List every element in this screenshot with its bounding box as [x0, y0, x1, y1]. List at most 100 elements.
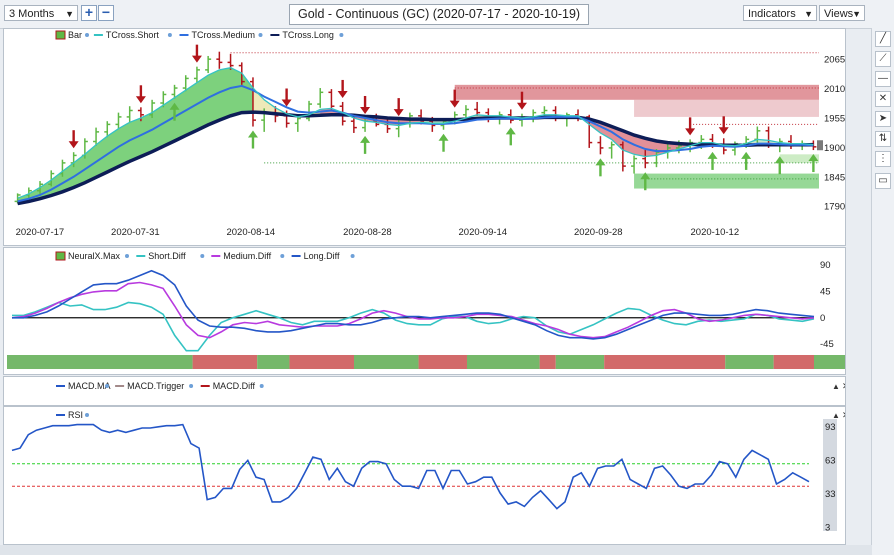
legend-dot — [339, 33, 344, 37]
buy-signal-arrowhead — [595, 158, 606, 166]
sell-signal-arrowhead — [337, 90, 348, 98]
legend-entry: RSI — [68, 410, 83, 420]
regime-block — [289, 355, 355, 369]
chevron-down-icon: ▼ — [65, 9, 74, 19]
chevron-down-icon: ▼ — [804, 9, 813, 19]
price-y-tick: 1900 — [824, 143, 845, 154]
legend-entry: Long.Diff — [304, 251, 340, 261]
range-select-value: 3 Months — [9, 8, 55, 20]
pane-collapse-icon: ▲ — [832, 411, 840, 420]
sell-signal-arrowhead — [516, 102, 527, 110]
buy-signal-arrowhead — [505, 127, 516, 135]
price-y-tick: 1845 — [824, 172, 845, 183]
buy-signal-arrowhead — [741, 151, 752, 159]
legend-swatch — [55, 30, 66, 40]
diff-line — [12, 301, 815, 352]
rsi-y-tick: 63 — [825, 455, 836, 466]
legend-entry: Short.Diff — [148, 251, 186, 261]
sell-signal-arrowhead — [135, 96, 146, 104]
last-value-marker — [817, 140, 823, 151]
top-toolbar: 3 Months ▼ + − Gold - Continuous (GC) (2… — [0, 0, 894, 29]
horizontal-line-icon[interactable]: — — [875, 71, 891, 87]
regime-block — [354, 355, 419, 369]
legend-dot — [200, 254, 205, 258]
legend-swatch — [115, 385, 125, 387]
regime-block — [604, 355, 726, 369]
sell-signal-arrowhead — [393, 109, 404, 117]
legend-swatch — [93, 34, 103, 36]
neuralx-pane[interactable]: 90 45 0 -45 NeuralX.Max Short.Diff Medium.Diff… — [3, 247, 846, 375]
neuralx-chart[interactable]: 90 45 0 -45 NeuralX.Max Short.Diff Medium.Diff… — [4, 248, 846, 375]
zoom-in-button[interactable]: + — [81, 5, 97, 21]
sell-signal-arrowhead — [685, 128, 696, 136]
horizontal-scrollbar[interactable] — [0, 545, 872, 555]
price-x-tick: 2020-07-17 — [16, 227, 65, 238]
legend-swatch — [200, 385, 210, 387]
neuralx-y-tick: 0 — [820, 313, 825, 324]
rsi-line — [11, 423, 810, 510]
legend-swatch — [55, 251, 66, 261]
rsi-y-tick: 3 — [825, 523, 830, 534]
legend-entry: MACD.Diff — [213, 381, 256, 391]
legend-dot — [350, 254, 355, 258]
legend-dot — [105, 384, 109, 388]
price-x-tick: 2020-08-14 — [226, 227, 275, 238]
line-tool-icon[interactable]: ╱ — [875, 31, 891, 47]
cross-icon[interactable]: ✕ — [875, 91, 891, 107]
legend-swatch — [291, 255, 301, 257]
legend-dot — [85, 413, 89, 417]
views-label: Views — [824, 8, 854, 20]
legend-dot — [259, 384, 264, 388]
price-y-tick: 2010 — [824, 84, 845, 95]
legend-entry: TCross.Short — [106, 30, 160, 40]
measure-icon[interactable]: ⇅ — [875, 131, 891, 147]
buy-signal-arrowhead — [707, 151, 718, 159]
neuralx-y-tick: 90 — [820, 260, 831, 271]
legend-entry: Bar — [68, 30, 82, 40]
diff-line — [11, 281, 815, 339]
rsi-chart[interactable]: 9363333RSI▲✕ — [4, 407, 846, 545]
support-zone — [634, 173, 819, 189]
price-chart[interactable]: 2065 2010 1955 1900 1845 1790 2020-07-17 2020-0… — [4, 29, 846, 246]
buy-signal-arrowhead — [360, 135, 371, 143]
diff-line — [12, 269, 815, 340]
sell-signal-arrowhead — [360, 106, 371, 114]
zoom-out-button[interactable]: − — [98, 5, 114, 21]
pointer-icon[interactable]: ➤ — [875, 111, 891, 127]
resistance-zone-2 — [634, 99, 819, 117]
range-select[interactable]: 3 Months ▼ — [4, 5, 78, 21]
rsi-pane[interactable]: 9363333RSI▲✕ — [3, 406, 846, 545]
legend-dot — [280, 254, 285, 258]
trend-tool-icon[interactable]: ⟋ — [875, 51, 891, 67]
regime-block — [773, 355, 814, 369]
legend-dot — [167, 33, 172, 37]
price-pane[interactable]: 2065 2010 1955 1900 1845 1790 2020-07-17 2020-0… — [3, 28, 846, 246]
pane-close-icon: ✕ — [842, 381, 846, 391]
price-y-tick: 2065 — [824, 55, 845, 66]
regime-block — [539, 355, 556, 369]
legend-swatch — [56, 414, 65, 416]
sell-signal-arrowhead — [718, 127, 729, 135]
legend-dot — [189, 384, 194, 388]
comment-icon[interactable]: ▭ — [875, 173, 891, 189]
rsi-axis-bg — [823, 419, 837, 531]
buy-signal-arrowhead — [247, 130, 258, 138]
legend-entry: MACD.Trigger — [127, 381, 184, 391]
regime-block — [725, 355, 774, 369]
macd-pane[interactable]: MACD.MA MACD.Trigger MACD.Diff ▲✕ — [3, 376, 846, 406]
legend-swatch — [179, 34, 189, 36]
price-x-tick: 2020-09-14 — [459, 227, 508, 238]
views-dropdown[interactable]: Views ▼ — [819, 5, 865, 21]
price-y-tick: 1790 — [824, 202, 845, 213]
price-x-tick: 2020-09-28 — [574, 227, 623, 238]
sell-signal-arrowhead — [449, 100, 460, 108]
tcross-fill — [17, 67, 253, 204]
rsi-y-tick: 93 — [825, 422, 836, 433]
indicators-dropdown[interactable]: Indicators ▼ — [743, 5, 817, 21]
indicators-label: Indicators — [748, 8, 796, 20]
pane-close-icon: ✕ — [842, 410, 846, 420]
macd-chart[interactable]: MACD.MA MACD.Trigger MACD.Diff ▲✕ — [4, 377, 846, 406]
sell-signal-arrowhead — [191, 55, 202, 63]
menu-dots-icon[interactable]: ⋮ — [875, 151, 891, 167]
regime-block — [418, 355, 467, 369]
